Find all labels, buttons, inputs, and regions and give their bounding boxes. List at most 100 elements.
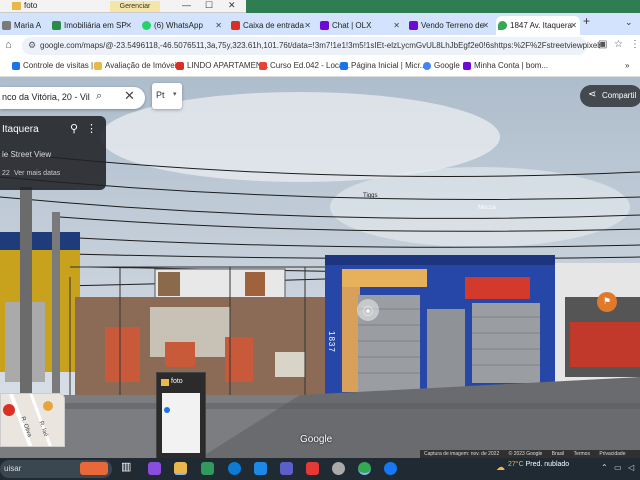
language-value: Pt xyxy=(156,90,165,100)
chevron-down-icon: ▾ xyxy=(173,91,177,98)
edge-icon xyxy=(164,407,170,413)
new-tab-button[interactable]: + xyxy=(583,14,590,28)
tab-label: (6) WhatsApp xyxy=(154,21,203,30)
google-icon xyxy=(423,62,431,70)
share-button[interactable]: ⋖ Compartil xyxy=(580,85,640,107)
bookmark-item[interactable]: LINDO APARTAMEN... xyxy=(176,61,268,70)
tab-favicon xyxy=(52,21,61,30)
maximize-button[interactable]: ☐ xyxy=(205,0,213,11)
place-title[interactable]: Itaquera xyxy=(2,124,39,135)
nav-marker-icon[interactable]: ⦿ xyxy=(363,303,373,318)
copyright: © 2023 Google xyxy=(508,451,543,457)
tab-gmail[interactable]: Caixa de entrada ✕ xyxy=(229,16,314,35)
bookmark-label: LINDO APARTAMEN... xyxy=(187,61,269,70)
manage-button[interactable]: Gerenciar xyxy=(110,1,160,12)
weather-icon: ☁ xyxy=(496,462,505,472)
weather-temp: 27°C xyxy=(508,461,524,468)
street-view-info-card: Itaquera ⚲ ⋮ le Street View 22 Ver mais … xyxy=(0,116,106,190)
file-explorer-icon[interactable] xyxy=(174,462,187,475)
tab-whatsapp[interactable]: (6) WhatsApp ✕ xyxy=(140,16,225,35)
bookmark-item[interactable]: Avaliação de Imóvei... xyxy=(94,61,183,70)
explorer-window: foto Gerenciar — ☐ ✕ xyxy=(0,0,246,13)
url-text[interactable]: google.com/maps/@-23.5496118,-46.5076511… xyxy=(40,41,600,50)
terms-link[interactable]: Termos xyxy=(574,451,590,457)
olx-icon xyxy=(320,21,329,30)
close-icon[interactable]: ✕ xyxy=(304,16,311,35)
bookmark-item[interactable]: Google xyxy=(423,61,460,70)
tab-label: Chat | OLX xyxy=(332,21,372,30)
tab-olx-terreno[interactable]: Vendo Terreno de ✕ xyxy=(407,16,492,35)
map-footer: Captura de imagem: nov. de 2022 © 2023 G… xyxy=(420,450,640,458)
folder-icon xyxy=(12,2,21,10)
close-icon[interactable]: ✕ xyxy=(393,16,400,35)
bookmarks-overflow-icon[interactable]: » xyxy=(625,61,629,70)
store-icon[interactable] xyxy=(201,462,214,475)
task-view-icon[interactable]: ▥ xyxy=(121,460,134,473)
capture-date: 22 xyxy=(2,170,10,177)
bookmark-item[interactable]: Curso Ed.042 - Loca... xyxy=(259,61,350,70)
omnibox[interactable]: ⚙ google.com/maps/@-23.5496118,-46.50765… xyxy=(22,37,600,55)
bookmark-item[interactable]: Minha Conta | bom... xyxy=(463,61,548,70)
reload-icon[interactable]: ⌂ xyxy=(5,39,12,51)
tab-olx-chat[interactable]: Chat | OLX ✕ xyxy=(318,16,403,35)
bookmark-item[interactable]: Página Inicial | Micr... xyxy=(340,61,426,70)
see-more-dates-link[interactable]: Ver mais datas xyxy=(14,170,60,177)
gmail-icon xyxy=(231,21,240,30)
sidepanel-icon[interactable]: ⋮ xyxy=(630,39,640,50)
bookmark-item[interactable]: Controle de visitas |... xyxy=(12,61,100,70)
tab-maps-active[interactable]: 1847 Av. Itaquera ✕ xyxy=(496,16,580,35)
location-pin-icon[interactable]: ⚲ xyxy=(70,122,78,135)
weather-widget[interactable]: 27°C Pred. nublado xyxy=(508,461,569,468)
store-sign-text: Tiggs xyxy=(363,193,378,199)
bookmark-icon xyxy=(176,62,184,70)
language-select[interactable]: Pt ▾ xyxy=(152,83,182,109)
store-sign-text: Mocca xyxy=(478,205,496,211)
more-options-icon[interactable]: ⋮ xyxy=(86,122,97,135)
tab-label: 1847 Av. Itaquera xyxy=(510,21,572,30)
close-icon[interactable]: ✕ xyxy=(215,16,222,35)
search-input[interactable]: nco da Vitória, 20 - Vila T xyxy=(2,92,90,102)
tab-maria[interactable]: Maria A xyxy=(0,16,44,35)
chevron-down-icon[interactable]: ⌄ xyxy=(625,17,633,28)
taskbar-thumbnail-popup[interactable]: foto xyxy=(156,372,206,460)
youtube-icon[interactable] xyxy=(306,462,319,475)
site-info-icon[interactable]: ⚙ xyxy=(28,40,36,51)
region-link[interactable]: Brasil xyxy=(552,451,565,457)
chrome-icon[interactable] xyxy=(358,462,371,475)
folder-icon xyxy=(161,379,169,386)
news-widget-icon[interactable] xyxy=(80,462,108,475)
minimap[interactable]: R. Oliva R. Iaé xyxy=(0,393,65,447)
volume-icon[interactable]: ◁ xyxy=(628,463,634,472)
close-window-button[interactable]: ✕ xyxy=(228,0,236,11)
close-icon[interactable]: ✕ xyxy=(570,16,577,35)
close-icon[interactable]: ✕ xyxy=(124,88,135,104)
bookmark-icon xyxy=(12,62,20,70)
copilot-icon[interactable] xyxy=(148,462,161,475)
tab-imobiliaria[interactable]: Imobiliária em SP ✕ xyxy=(50,16,135,35)
bookmark-icon xyxy=(259,62,267,70)
bookmark-star-icon[interactable]: ☆ xyxy=(614,39,623,50)
place-marker-icon[interactable]: ⚑ xyxy=(603,296,611,307)
facebook-icon[interactable] xyxy=(384,462,397,475)
share-icon: ⋖ xyxy=(588,89,597,100)
address-bar: ⌂ ⚙ google.com/maps/@-23.5496118,-46.507… xyxy=(0,35,640,57)
bookmarks-bar: Controle de visitas |... Avaliação de Im… xyxy=(0,57,640,77)
tab-label: Vendo Terreno de xyxy=(421,21,485,30)
search-icon[interactable]: ⌕ xyxy=(96,90,102,103)
minimize-button[interactable]: — xyxy=(182,0,191,10)
teams-icon[interactable] xyxy=(280,462,293,475)
chevron-up-icon[interactable]: ⌃ xyxy=(601,463,608,472)
app-icon[interactable] xyxy=(332,462,345,475)
edge-icon[interactable] xyxy=(228,462,241,475)
close-icon[interactable]: ✕ xyxy=(125,16,132,35)
building-number: 1837 xyxy=(327,331,336,353)
bookmark-label: Controle de visitas |... xyxy=(23,61,100,70)
window-preview[interactable] xyxy=(162,393,200,453)
window-title-strip: foto Gerenciar — ☐ ✕ xyxy=(0,0,640,13)
screenshot-icon[interactable]: ▣ xyxy=(598,39,607,50)
bookmark-icon xyxy=(94,62,102,70)
mail-icon[interactable] xyxy=(254,462,267,475)
close-icon[interactable]: ✕ xyxy=(482,16,489,35)
privacy-link[interactable]: Privacidade xyxy=(599,451,625,457)
network-icon[interactable]: ▭ xyxy=(614,463,622,472)
